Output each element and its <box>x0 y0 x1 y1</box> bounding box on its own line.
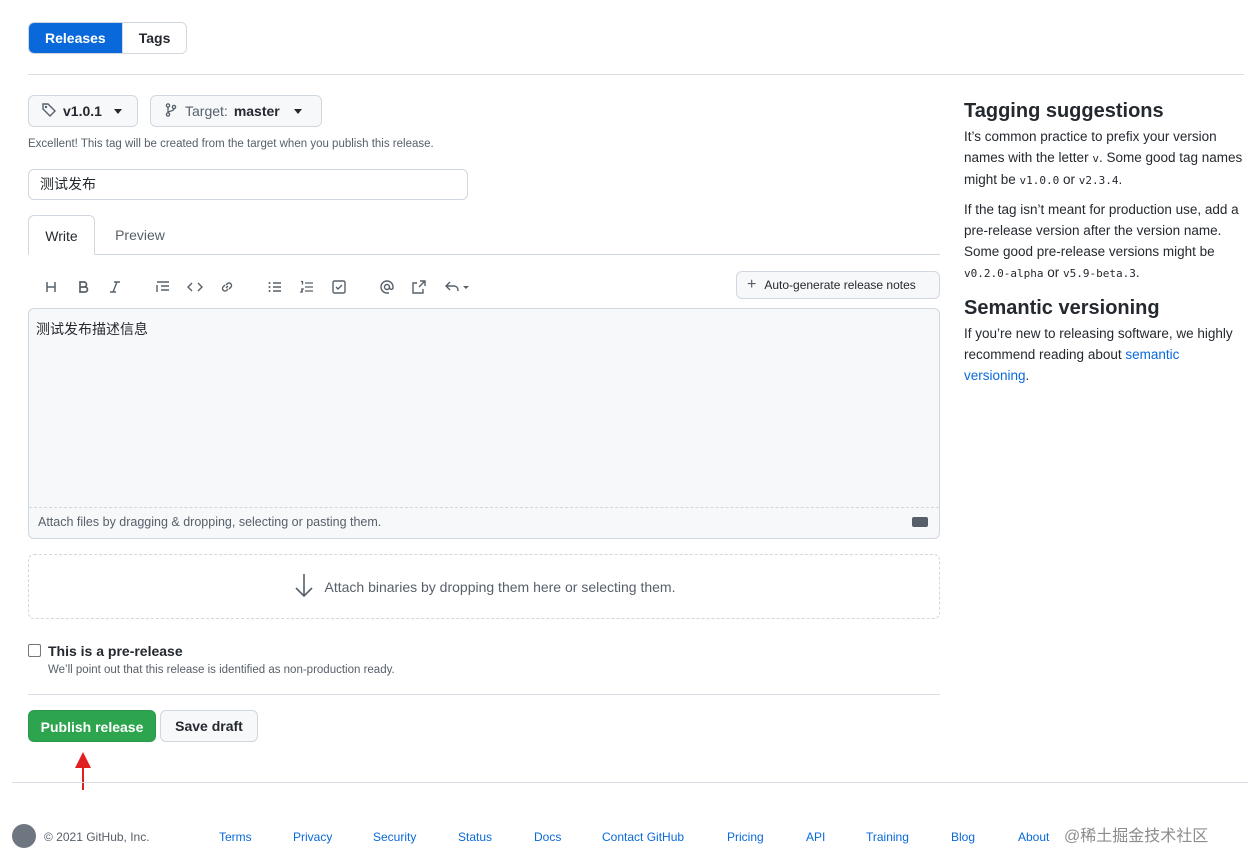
footer-link-contact[interactable]: Contact GitHub <box>602 830 684 844</box>
ordered-list-icon[interactable] <box>296 274 318 300</box>
chevron-down-icon <box>293 108 302 114</box>
footer-link-terms[interactable]: Terms <box>219 830 252 844</box>
task-list-icon[interactable] <box>328 274 350 300</box>
reply-icon[interactable] <box>442 274 472 300</box>
editor-divider <box>29 507 939 508</box>
tab-preview[interactable]: Preview <box>100 215 180 255</box>
tagging-suggestions-text-2: If the tag isn’t meant for production us… <box>964 202 1239 280</box>
tag-label: v1.0.1 <box>63 103 102 119</box>
footer-link-status[interactable]: Status <box>458 830 492 844</box>
footer-link-privacy[interactable]: Privacy <box>293 830 332 844</box>
target-select-button[interactable]: Target: master <box>150 95 322 127</box>
markdown-icon[interactable] <box>912 517 928 527</box>
footer-link-pricing[interactable]: Pricing <box>727 830 764 844</box>
prerelease-label[interactable]: This is a pre-release <box>48 643 183 659</box>
code-icon[interactable] <box>184 274 206 300</box>
releases-tab[interactable]: Releases <box>29 23 122 53</box>
footer-link-about[interactable]: About <box>1018 830 1049 844</box>
arrow-down-icon <box>293 572 315 601</box>
publish-release-button[interactable]: Publish release <box>28 710 156 742</box>
binaries-dropzone[interactable]: Attach binaries by dropping them here or… <box>28 554 940 619</box>
footer-link-api[interactable]: API <box>806 830 825 844</box>
semantic-versioning-title: Semantic versioning <box>964 297 1160 319</box>
git-branch-icon <box>163 102 179 121</box>
watermark-text: @稀土掘金技术社区 <box>1064 828 1209 845</box>
tag-icon <box>41 102 57 121</box>
annotation-arrow-shaft <box>82 766 84 790</box>
mention-icon[interactable] <box>376 274 398 300</box>
heading-icon[interactable] <box>40 274 62 300</box>
link-icon[interactable] <box>216 274 238 300</box>
italic-icon[interactable] <box>104 274 126 300</box>
tagging-suggestions-text-1: It’s common practice to prefix your vers… <box>964 129 1243 187</box>
tab-write[interactable]: Write <box>28 215 95 255</box>
plus-icon: + <box>747 276 757 293</box>
release-title-input[interactable]: 测试发布 <box>28 169 468 200</box>
tagging-suggestions-title: Tagging suggestions <box>964 100 1164 122</box>
target-branch: master <box>233 103 280 119</box>
footer-copyright: © 2021 GitHub, Inc. <box>44 830 150 844</box>
bold-icon[interactable] <box>72 274 94 300</box>
footer-divider <box>12 782 1248 783</box>
chevron-down-icon <box>113 108 122 114</box>
quote-icon[interactable] <box>152 274 174 300</box>
target-prefix: Target: <box>185 103 228 119</box>
github-logo-icon[interactable] <box>12 824 36 848</box>
footer-link-security[interactable]: Security <box>373 830 416 844</box>
unordered-list-icon[interactable] <box>264 274 286 300</box>
footer-link-blog[interactable]: Blog <box>951 830 975 844</box>
footer-link-docs[interactable]: Docs <box>534 830 561 844</box>
divider <box>28 694 940 695</box>
divider <box>28 74 1244 75</box>
footer-link-training[interactable]: Training <box>866 830 909 844</box>
release-notes-textarea[interactable] <box>28 308 940 539</box>
attach-files-text[interactable]: Attach files by dragging & dropping, sel… <box>38 515 381 529</box>
prerelease-note: We’ll point out that this release is ide… <box>48 664 395 676</box>
save-draft-button[interactable]: Save draft <box>160 710 258 742</box>
prerelease-checkbox[interactable] <box>28 644 41 657</box>
auto-generate-label: Auto-generate release notes <box>764 278 916 292</box>
release-tag-switch: Releases Tags <box>28 22 188 54</box>
release-notes-text: 测试发布描述信息 <box>36 321 148 337</box>
tags-tab[interactable]: Tags <box>121 23 187 53</box>
tag-hint: Excellent! This tag will be created from… <box>28 138 434 150</box>
semantic-versioning-text: If you’re new to releasing software, we … <box>964 326 1233 383</box>
tag-select-button[interactable]: v1.0.1 <box>28 95 138 127</box>
auto-generate-notes-button[interactable]: + Auto-generate release notes <box>736 271 940 299</box>
reference-icon[interactable] <box>408 274 430 300</box>
dropzone-text: Attach binaries by dropping them here or… <box>324 578 676 595</box>
